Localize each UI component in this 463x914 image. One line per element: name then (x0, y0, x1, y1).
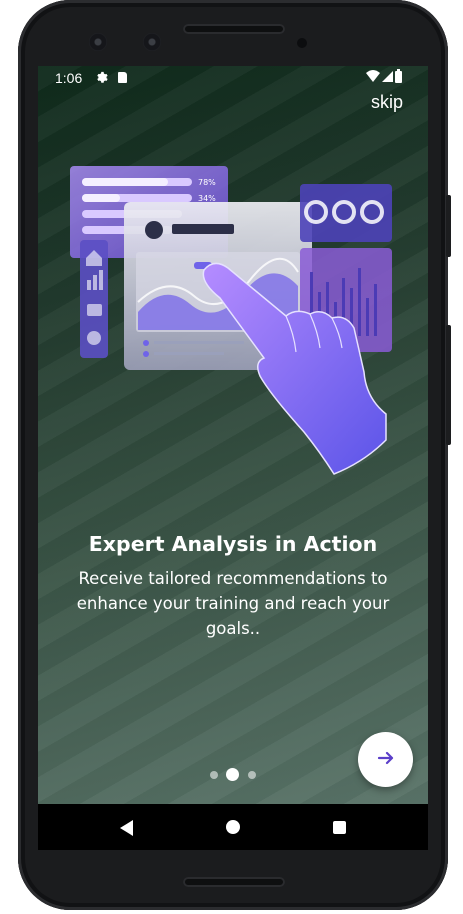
onboarding-description: Receive tailored recommendations to enha… (76, 569, 390, 638)
top-speaker (183, 24, 285, 34)
front-camera (89, 33, 107, 51)
bottom-speaker (183, 877, 285, 887)
analytics-illustration: 78% 34% (64, 162, 394, 482)
gear-icon (94, 69, 108, 87)
progress-label-2: 34% (198, 194, 216, 203)
skip-button[interactable]: skip (371, 92, 403, 113)
sd-card-icon (118, 72, 127, 83)
sidebar-strip (80, 240, 108, 358)
next-button[interactable] (358, 732, 413, 787)
status-bar: 1:06 (38, 66, 428, 90)
battery-icon (395, 69, 402, 83)
progress-label-1: 78% (198, 178, 216, 187)
system-navigation-bar (38, 804, 428, 850)
status-time: 1:06 (55, 70, 83, 86)
donut-card (300, 184, 392, 242)
onboarding-title: Expert Analysis in Action (88, 532, 378, 556)
onboarding-screen: 1:06 skip 78% 34% Expert Analysis in Act… (38, 66, 428, 804)
arrow-right-icon (375, 747, 397, 773)
page-dot-3[interactable] (248, 771, 256, 779)
signal-icon (382, 71, 393, 86)
recents-icon[interactable] (333, 821, 346, 834)
wifi-icon (366, 70, 380, 86)
volume-button (446, 195, 451, 257)
page-dot-1[interactable] (210, 771, 218, 779)
power-button (446, 325, 451, 445)
proximity-sensor (297, 38, 307, 48)
home-icon[interactable] (226, 820, 240, 834)
back-icon[interactable] (120, 820, 133, 836)
page-dot-2-active[interactable] (226, 768, 239, 781)
front-sensor (143, 33, 161, 51)
